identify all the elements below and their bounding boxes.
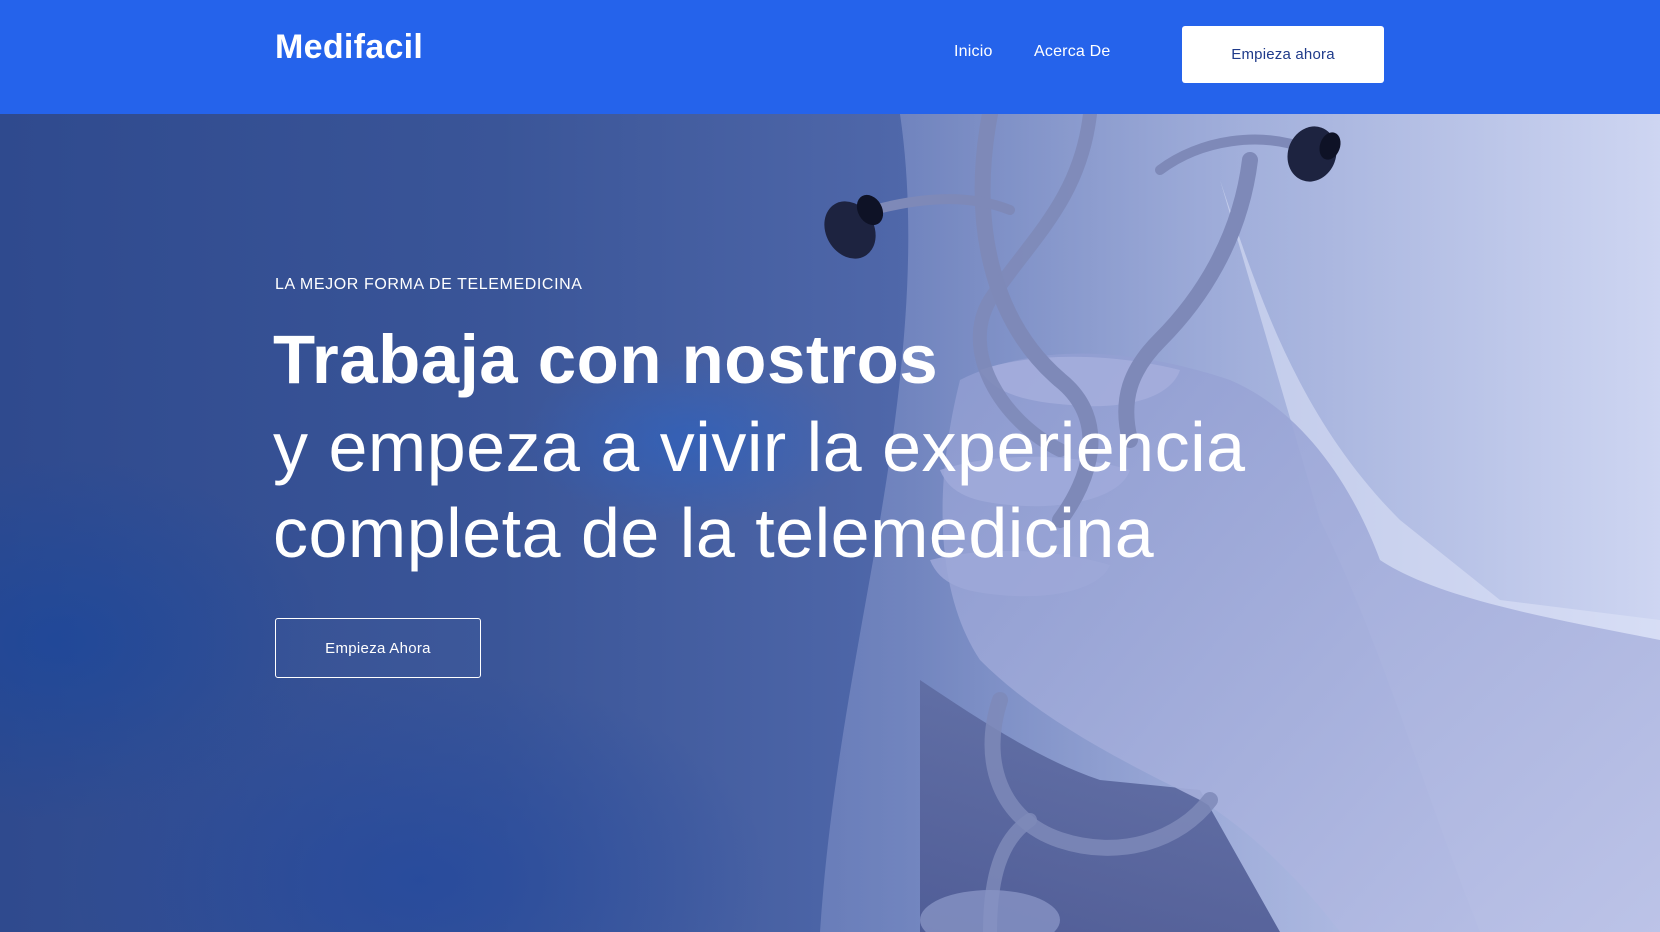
- top-navbar: Medifacil Inicio Acerca De Empieza ahora: [0, 0, 1660, 114]
- brand-logo[interactable]: Medifacil: [275, 28, 423, 67]
- hero-eyebrow: LA MEJOR FORMA DE TELEMEDICINA: [275, 276, 583, 293]
- nav-link-inicio[interactable]: Inicio: [954, 43, 993, 61]
- nav-empieza-ahora-button[interactable]: Empieza ahora: [1182, 26, 1384, 83]
- hero-empieza-ahora-button[interactable]: Empieza Ahora: [275, 618, 481, 678]
- hero-subheadline-line-2: completa de la telemedicina: [273, 494, 1155, 572]
- nav-link-acerca-de[interactable]: Acerca De: [1034, 43, 1111, 61]
- hero-subheadline-line-1: y empeza a vivir la experiencia: [273, 408, 1246, 486]
- landing-page: Medifacil Inicio Acerca De Empieza ahora…: [0, 0, 1660, 932]
- hero-subheadline: y empeza a vivir la experiencia completa…: [273, 404, 1373, 576]
- hero-headline: Trabaja con nostros: [273, 321, 939, 398]
